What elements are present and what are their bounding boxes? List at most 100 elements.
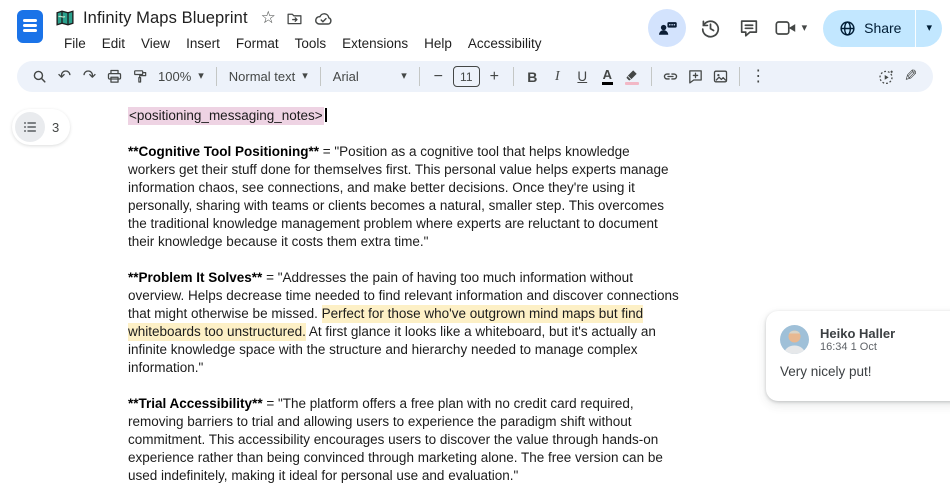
clock-play-icon xyxy=(878,70,893,84)
menu-view[interactable]: View xyxy=(133,33,178,54)
paragraph-style-select[interactable]: Normal text ▾ xyxy=(223,64,314,90)
menu-bar: File Edit View Insert Format Tools Exten… xyxy=(56,33,549,54)
video-call-caret-icon[interactable]: ▾ xyxy=(802,22,808,34)
paragraph-style-caret-icon: ▾ xyxy=(302,70,308,82)
menu-help[interactable]: Help xyxy=(416,33,460,54)
add-comment-button[interactable] xyxy=(683,64,708,90)
zoom-value: 100% xyxy=(158,69,192,84)
highlight-color-button[interactable] xyxy=(620,64,645,90)
avatar xyxy=(780,325,809,354)
underline-button[interactable]: U xyxy=(570,64,595,90)
underline-icon: U xyxy=(577,69,588,84)
tabs-count-badge: 3 xyxy=(52,119,60,135)
zoom-select[interactable]: 100% ▾ xyxy=(152,64,210,90)
text-color-icon: A xyxy=(601,67,613,86)
more-vertical-icon: ⋮ xyxy=(750,67,767,85)
editing-pencil-icon: ✎ xyxy=(903,67,918,85)
google-docs-logo-icon[interactable] xyxy=(17,10,43,43)
tabs-outline-control[interactable]: 3 xyxy=(12,109,71,145)
menu-accessibility[interactable]: Accessibility xyxy=(460,33,550,54)
share-button-main[interactable]: Share xyxy=(823,10,915,47)
share-caret-icon: ▾ xyxy=(926,21,932,34)
zoom-caret-icon: ▾ xyxy=(198,70,204,82)
tagline-highlighted-text[interactable]: <positioning_messaging_notes> xyxy=(128,107,324,125)
font-size-input[interactable]: 11 xyxy=(452,66,480,87)
text-color-button[interactable]: A xyxy=(595,64,620,90)
history-clock-icon xyxy=(701,19,720,38)
star-icon[interactable]: ☆ xyxy=(261,8,276,28)
video-call-button[interactable]: ▾ xyxy=(774,18,808,38)
font-select[interactable]: Arial ▾ xyxy=(327,64,413,90)
undo-button[interactable]: ↶ xyxy=(52,64,77,90)
google-docs-window: Infinity Maps Blueprint ☆ File Edit View… xyxy=(0,0,950,497)
menu-format[interactable]: Format xyxy=(228,33,287,54)
decrease-font-size-button[interactable]: − xyxy=(426,64,451,90)
paragraph-problem-it-solves[interactable]: **Problem It Solves** = "Addresses the p… xyxy=(128,269,680,377)
more-toolbar-options-button[interactable]: ⋮ xyxy=(746,64,771,90)
paragraph-bold-lead: **Trial Accessibility** xyxy=(128,396,263,411)
share-button[interactable]: Share ▾ xyxy=(823,9,942,47)
collaborator-presence-button[interactable] xyxy=(647,9,686,47)
open-comments-button[interactable] xyxy=(736,15,762,41)
bulleted-list-icon xyxy=(24,122,36,132)
tabs-outline-button[interactable] xyxy=(15,112,45,142)
version-history-button[interactable] xyxy=(698,15,724,41)
print-button[interactable] xyxy=(102,64,127,90)
toolbar-divider xyxy=(418,67,420,86)
map-emoji-icon xyxy=(56,10,74,26)
top-bar: Infinity Maps Blueprint ☆ File Edit View… xyxy=(0,0,950,58)
bold-button[interactable]: B xyxy=(520,64,545,90)
comment-card[interactable]: Heiko Haller 16:34 1 Oct Very nicely put… xyxy=(766,311,950,401)
title-row: Infinity Maps Blueprint ☆ xyxy=(56,4,549,32)
toolbar-divider xyxy=(215,67,217,86)
paint-roller-icon xyxy=(133,70,146,83)
person-chat-icon xyxy=(658,22,677,35)
move-to-folder-icon[interactable] xyxy=(285,10,304,27)
motion-play-button[interactable] xyxy=(873,64,898,90)
search-icon xyxy=(33,70,46,83)
document-title[interactable]: Infinity Maps Blueprint xyxy=(83,9,248,28)
comment-author-name: Heiko Haller xyxy=(820,325,896,341)
undo-icon: ↶ xyxy=(57,67,72,85)
font-value: Arial xyxy=(332,69,359,84)
paragraph-bold-lead: **Problem It Solves** xyxy=(128,270,263,285)
toolbar: ↶ ↷ 100% ▾ Normal text ▾ Arial ▾ − 11 + … xyxy=(17,61,933,92)
paragraph-text: = "Position as a cognitive tool that hel… xyxy=(128,144,669,249)
title-block: Infinity Maps Blueprint ☆ File Edit View… xyxy=(56,4,549,54)
text-cursor xyxy=(324,108,327,122)
italic-button[interactable]: I xyxy=(545,64,570,90)
tagline-line[interactable]: <positioning_messaging_notes> xyxy=(128,107,680,125)
search-menus-button[interactable] xyxy=(27,64,52,90)
menu-edit[interactable]: Edit xyxy=(94,33,133,54)
paragraph-bold-lead: **Cognitive Tool Positioning** xyxy=(128,144,319,159)
paragraph-cognitive-tool-positioning[interactable]: **Cognitive Tool Positioning** = "Positi… xyxy=(128,143,680,251)
bold-icon: B xyxy=(527,68,538,85)
menu-insert[interactable]: Insert xyxy=(178,33,228,54)
top-bar-actions: ▾ Share ▾ xyxy=(647,9,942,47)
menu-file[interactable]: File xyxy=(56,33,94,54)
paragraph-style-value: Normal text xyxy=(228,69,296,84)
font-caret-icon: ▾ xyxy=(401,70,407,82)
increase-font-size-button[interactable]: + xyxy=(482,64,507,90)
toolbar-divider xyxy=(650,67,652,86)
comment-text: Very nicely put! xyxy=(780,364,872,379)
comment-author-block: Heiko Haller 16:34 1 Oct xyxy=(820,326,895,354)
share-button-label: Share xyxy=(864,20,902,36)
toolbar-divider xyxy=(512,67,514,86)
insert-image-button[interactable] xyxy=(708,64,733,90)
cloud-saved-icon[interactable] xyxy=(313,10,334,27)
document-editing-area[interactable]: <positioning_messaging_notes> **Cognitiv… xyxy=(128,107,680,497)
paragraph-trial-accessibility[interactable]: **Trial Accessibility** = "The platform … xyxy=(128,395,680,485)
menu-extensions[interactable]: Extensions xyxy=(334,33,416,54)
highlighter-icon xyxy=(625,69,640,85)
redo-button[interactable]: ↷ xyxy=(77,64,102,90)
paint-format-button[interactable] xyxy=(127,64,152,90)
share-dropdown[interactable]: ▾ xyxy=(916,10,942,47)
comments-icon xyxy=(740,20,757,37)
video-camera-icon xyxy=(775,21,795,35)
comment-timestamp: 16:34 1 Oct xyxy=(820,340,877,353)
editing-mode-button[interactable]: ✎ xyxy=(898,64,923,90)
link-icon xyxy=(663,73,677,80)
insert-link-button[interactable] xyxy=(658,64,683,90)
menu-tools[interactable]: Tools xyxy=(287,33,335,54)
